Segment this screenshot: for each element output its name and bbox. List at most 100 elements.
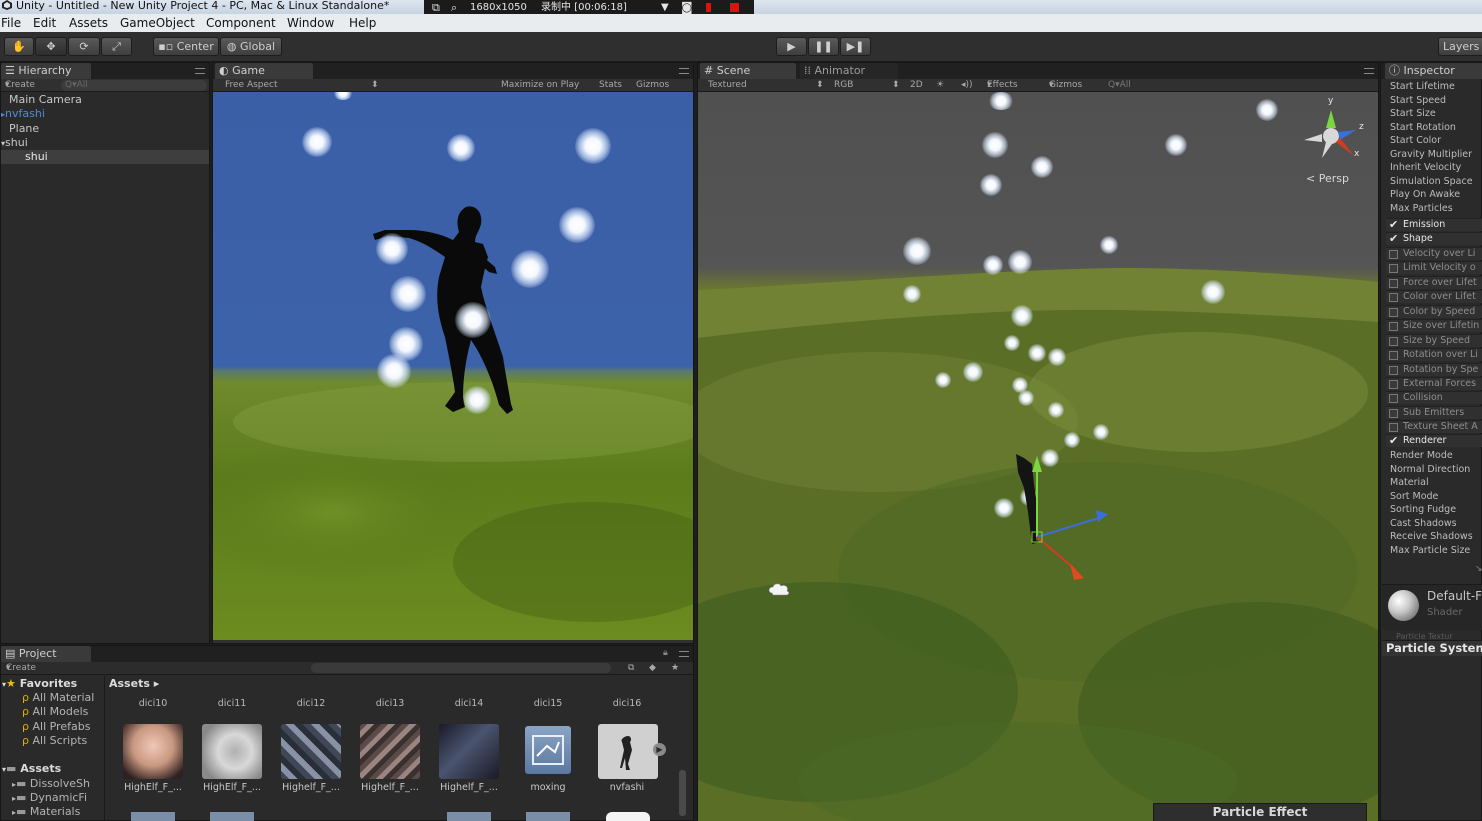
tab-scene[interactable]: # Scene: [700, 63, 796, 79]
asset-folder[interactable]: ▸▬ DissolveSh: [12, 777, 90, 792]
particle-module-row[interactable]: Size over Lifetin: [1386, 319, 1482, 332]
inspector-prop-start-color[interactable]: Start Color: [1390, 135, 1441, 147]
checkbox-unchecked-icon[interactable]: [1389, 264, 1398, 273]
checkbox-unchecked-icon[interactable]: [1389, 366, 1398, 375]
favorite-item[interactable]: ρ All Models: [22, 705, 88, 719]
pause-record-icon[interactable]: [706, 3, 711, 12]
favorite-star-icon[interactable]: ★: [671, 662, 679, 674]
particle-module-row[interactable]: Rotation by Spe: [1386, 363, 1482, 376]
filter-label-icon[interactable]: ◆: [649, 662, 656, 674]
scene-search-input[interactable]: Q▾All: [1108, 79, 1131, 91]
scroll-down-icon[interactable]: ↘: [1475, 564, 1482, 574]
renderer-prop-receive-shadows[interactable]: Receive Shadows: [1390, 531, 1473, 543]
chevron-down-icon[interactable]: ▼: [661, 0, 669, 15]
renderer-prop-cast-shadows[interactable]: Cast Shadows: [1390, 518, 1457, 530]
inspector-prop-gravity[interactable]: Gravity Multiplier: [1390, 149, 1472, 161]
asset-thumbnail-partial[interactable]: [447, 812, 491, 821]
move-gizmo[interactable]: [698, 92, 1378, 821]
channel-dropdown[interactable]: RGB: [834, 79, 853, 91]
effects-dropdown[interactable]: Effects ▾: [987, 79, 1018, 91]
sun-icon[interactable]: ☀: [936, 79, 944, 91]
hierarchy-item-nvfashi[interactable]: ▸nvfashi: [1, 107, 209, 121]
asset-thumbnail-prefab[interactable]: [525, 726, 571, 774]
favorite-item[interactable]: ρ All Prefabs: [22, 720, 90, 734]
checkbox-unchecked-icon[interactable]: [1389, 409, 1398, 418]
asset-thumbnail-hair[interactable]: [202, 724, 262, 779]
lock-icon[interactable]: 🔒︎: [663, 648, 668, 658]
particle-module-row[interactable]: Color by Speed: [1386, 305, 1482, 318]
mode-2d-toggle[interactable]: 2D: [910, 79, 923, 91]
game-gizmos-dropdown[interactable]: Gizmos: [636, 79, 669, 91]
project-search-input[interactable]: [311, 663, 611, 673]
hierarchy-item-main-camera[interactable]: Main Camera: [1, 93, 209, 107]
renderer-prop-max-particle-size[interactable]: Max Particle Size: [1390, 545, 1470, 557]
asset-name[interactable]: dici12: [276, 698, 346, 709]
particle-module-row[interactable]: Sub Emitters: [1386, 406, 1482, 419]
render-mode-dropdown[interactable]: Textured: [708, 79, 747, 91]
scale-tool-button[interactable]: ⤢: [101, 37, 132, 56]
favorite-item[interactable]: ρ All Scripts: [22, 734, 87, 748]
particle-module-row[interactable]: ✔ Renderer: [1386, 434, 1482, 447]
inspector-prop-inherit-velocity[interactable]: Inherit Velocity: [1390, 162, 1461, 174]
asset-name[interactable]: dici10: [118, 698, 188, 709]
menu-window[interactable]: Window: [287, 14, 334, 32]
particle-module-row[interactable]: Color over Lifet: [1386, 290, 1482, 303]
renderer-prop-render-mode[interactable]: Render Mode: [1390, 450, 1453, 462]
checkbox-unchecked-icon[interactable]: [1389, 250, 1398, 259]
asset-name[interactable]: Highelf_F_...: [434, 782, 504, 793]
project-create-button[interactable]: Create ▾: [6, 662, 36, 674]
particle-emitter-icon[interactable]: [768, 581, 792, 597]
asset-folder[interactable]: ▸▬ DynamicFi: [12, 791, 87, 806]
global-local-button[interactable]: ◍ Global: [220, 37, 282, 56]
particle-module-row[interactable]: Velocity over Li: [1386, 247, 1482, 260]
asset-name[interactable]: HighElf_F_...: [197, 782, 267, 793]
aspect-dropdown-arrow-icon[interactable]: ⬍: [371, 79, 379, 91]
tab-game[interactable]: ◐ Game: [215, 63, 313, 79]
axis-z-label[interactable]: z: [1359, 122, 1364, 132]
renderer-prop-normal-direction[interactable]: Normal Direction: [1390, 464, 1470, 476]
asset-name[interactable]: HighElf_F_...: [118, 782, 188, 793]
scene-panel-menu-icon[interactable]: [1364, 68, 1374, 74]
audio-icon[interactable]: ◂)): [961, 79, 973, 91]
panel-menu-icon[interactable]: [195, 68, 205, 74]
renderer-prop-sorting-fudge[interactable]: Sorting Fudge: [1390, 504, 1456, 516]
checkbox-checked-icon[interactable]: ✔: [1389, 219, 1398, 230]
scene-gizmos-dropdown[interactable]: Gizmos ▾: [1049, 79, 1082, 91]
menu-gameobject[interactable]: GameObject: [120, 14, 195, 32]
project-panel-menu-icon[interactable]: [679, 651, 689, 657]
renderer-prop-material[interactable]: Material: [1390, 477, 1429, 489]
scene-viewport[interactable]: y z x < Persp Particle Effect: [698, 92, 1378, 821]
menu-assets[interactable]: Assets: [69, 14, 108, 32]
checkbox-unchecked-icon[interactable]: [1389, 337, 1398, 346]
particle-module-row[interactable]: ✔ Emission: [1386, 218, 1482, 231]
project-scrollbar[interactable]: [679, 770, 686, 816]
asset-thumbnail-partial[interactable]: [606, 812, 650, 821]
particle-module-row[interactable]: Force over Lifet: [1386, 276, 1482, 289]
pivot-center-button[interactable]: ▪▫ Center: [153, 37, 219, 56]
tab-project[interactable]: ▤ Project: [1, 646, 91, 662]
checkbox-unchecked-icon[interactable]: [1389, 308, 1398, 317]
particle-module-row[interactable]: External Forces: [1386, 377, 1482, 390]
hierarchy-item-shui-child[interactable]: shui: [1, 150, 209, 164]
particle-module-row[interactable]: Size by Speed: [1386, 334, 1482, 347]
step-button[interactable]: ▶❚: [840, 37, 871, 56]
inspector-prop-simulation-space[interactable]: Simulation Space: [1390, 176, 1473, 188]
hierarchy-search-input[interactable]: Q▾All: [61, 80, 207, 91]
asset-thumbnail-texture[interactable]: [439, 724, 499, 779]
renderer-prop-sort-mode[interactable]: Sort Mode: [1390, 491, 1438, 503]
orientation-gizmo[interactable]: [1298, 98, 1368, 178]
particle-system-footer[interactable]: Particle Systen: [1382, 640, 1482, 656]
particle-effect-overlay-title[interactable]: Particle Effect: [1153, 803, 1367, 821]
asset-name[interactable]: moxing: [513, 782, 583, 793]
asset-thumbnail-partial[interactable]: [210, 812, 254, 821]
checkbox-checked-icon[interactable]: ✔: [1389, 435, 1398, 446]
checkbox-unchecked-icon[interactable]: [1389, 279, 1398, 288]
assets-tree-header[interactable]: ▾▬ Assets: [2, 762, 61, 777]
channel-arrow-icon[interactable]: ⬍: [892, 79, 900, 91]
inspector-prop-start-speed[interactable]: Start Speed: [1390, 95, 1446, 107]
inspector-prop-start-size[interactable]: Start Size: [1390, 108, 1436, 120]
tab-hierarchy[interactable]: ☰ Hierarchy: [1, 63, 91, 79]
checkbox-unchecked-icon[interactable]: [1389, 394, 1398, 403]
asset-name[interactable]: dici16: [592, 698, 662, 709]
material-shader-label[interactable]: Shader: [1427, 607, 1462, 618]
